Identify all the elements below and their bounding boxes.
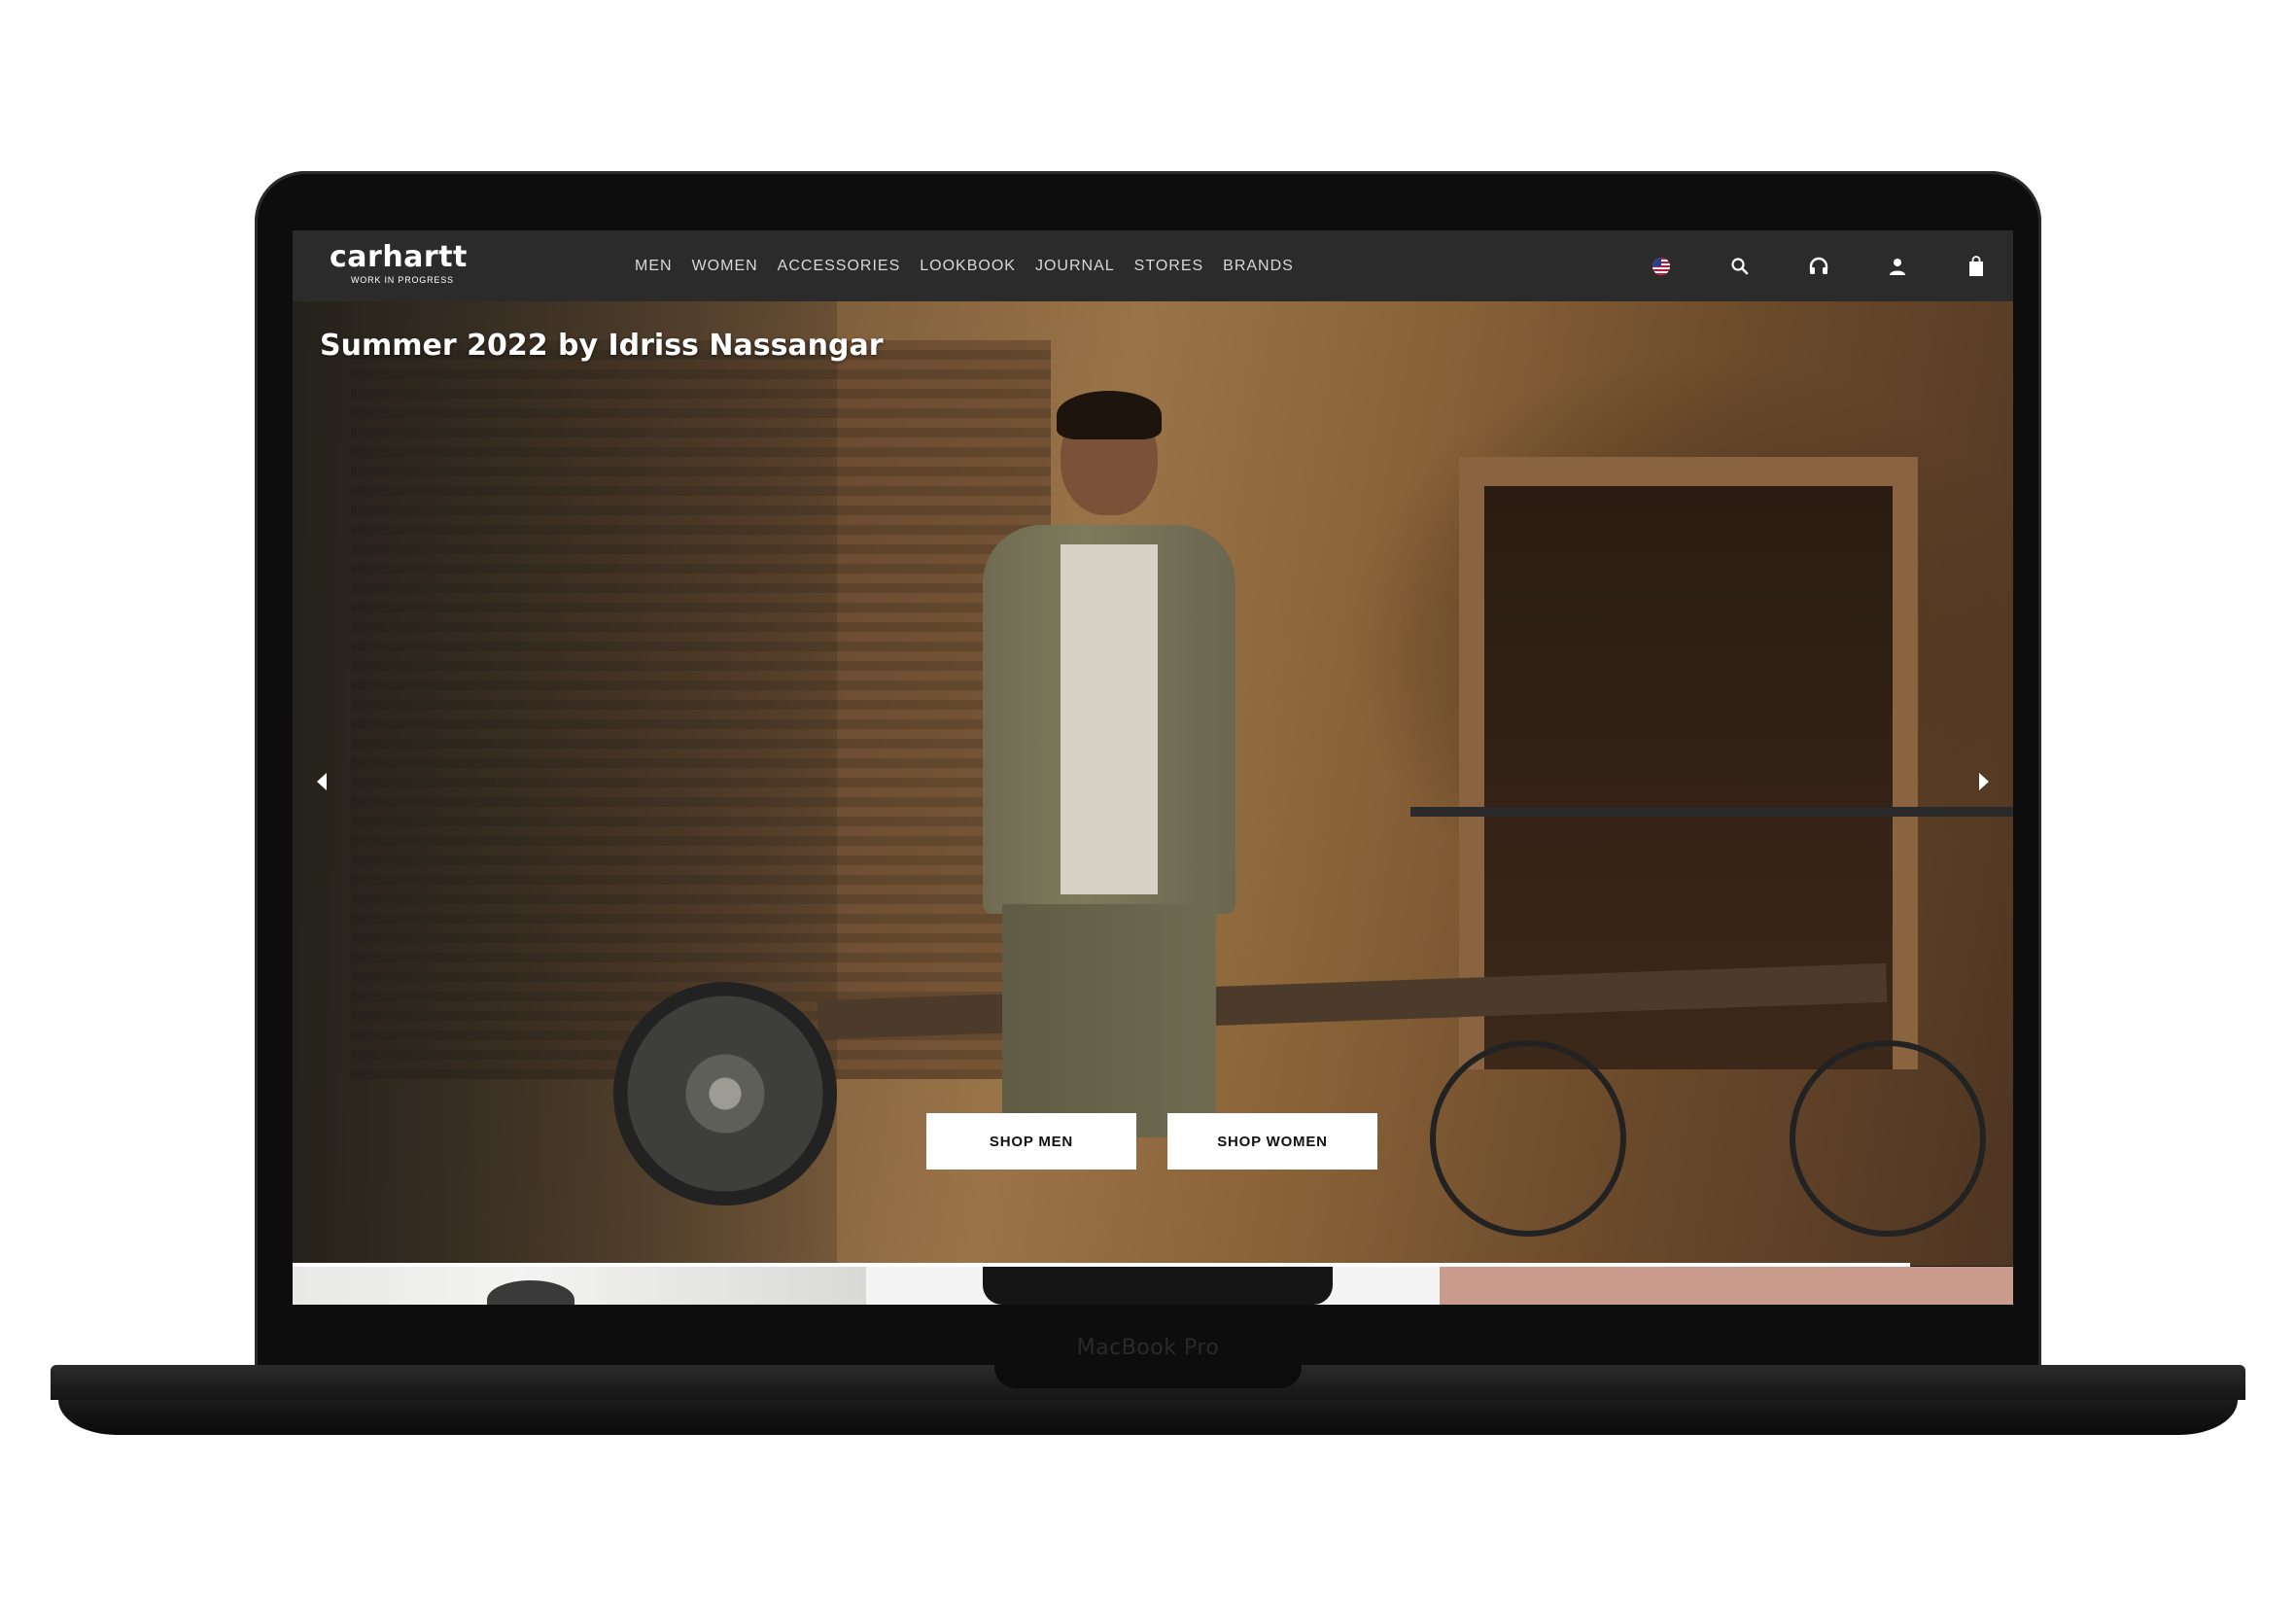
laptop-brand-label: MacBook Pro [1076, 1336, 1220, 1360]
shop-men-button[interactable]: SHOP MEN [926, 1113, 1136, 1170]
logo-tagline: WORK IN PROGRESS [351, 275, 454, 285]
category-tile[interactable] [1440, 1267, 2013, 1305]
headphones-icon[interactable] [1806, 254, 1831, 279]
hero-photo-wheel [1430, 1040, 1626, 1237]
nav-item-journal[interactable]: JOURNAL [1035, 258, 1115, 275]
hero-photo-model [963, 391, 1255, 1137]
tile-photo-figure [487, 1280, 574, 1305]
laptop-base-bottom [58, 1400, 2238, 1435]
carousel-next-icon[interactable] [1970, 768, 1998, 795]
main-menu: MEN WOMEN ACCESSORIES LOOKBOOK JOURNAL S… [635, 230, 1294, 301]
logo-wordmark: carhartt [330, 240, 468, 274]
nav-item-stores[interactable]: STORES [1134, 258, 1204, 275]
search-icon[interactable] [1727, 254, 1753, 279]
model-trousers [1002, 904, 1216, 1137]
category-tiles-row [293, 1267, 2013, 1305]
browser-viewport: carhartt WORK IN PROGRESS MEN WOMEN ACCE… [293, 230, 2013, 1305]
model-hair [1057, 391, 1162, 439]
nav-item-brands[interactable]: BRANDS [1223, 258, 1294, 275]
shopping-bag-icon[interactable] [1964, 254, 1989, 279]
account-icon[interactable] [1885, 254, 1910, 279]
site-navbar: carhartt WORK IN PROGRESS MEN WOMEN ACCE… [293, 230, 2013, 301]
hero-title: Summer 2022 by Idriss Nassangar [320, 329, 884, 363]
nav-item-lookbook[interactable]: LOOKBOOK [920, 258, 1016, 275]
tile-photo-figure [983, 1267, 1333, 1305]
laptop-hinge-notch [994, 1365, 1302, 1388]
carousel-prev-icon[interactable] [308, 768, 335, 795]
category-tile[interactable] [293, 1267, 866, 1305]
hero-slide[interactable]: Summer 2022 by Idriss Nassangar SHOP MEN… [293, 301, 2013, 1266]
carhartt-logo[interactable]: carhartt WORK IN PROGRESS [330, 242, 500, 289]
hero-photo-grinder-disc [613, 982, 837, 1205]
nav-item-women[interactable]: WOMEN [692, 258, 758, 275]
mockup-stage: carhartt WORK IN PROGRESS MEN WOMEN ACCE… [0, 0, 2296, 1607]
shop-women-button[interactable]: SHOP WOMEN [1167, 1113, 1377, 1170]
us-flag-icon[interactable] [1649, 254, 1674, 279]
hero-photo-wheel [1790, 1040, 1986, 1237]
category-tile[interactable] [866, 1267, 1440, 1305]
model-tee [1061, 544, 1158, 894]
nav-item-accessories[interactable]: ACCESSORIES [778, 258, 901, 275]
nav-item-men[interactable]: MEN [635, 258, 673, 275]
